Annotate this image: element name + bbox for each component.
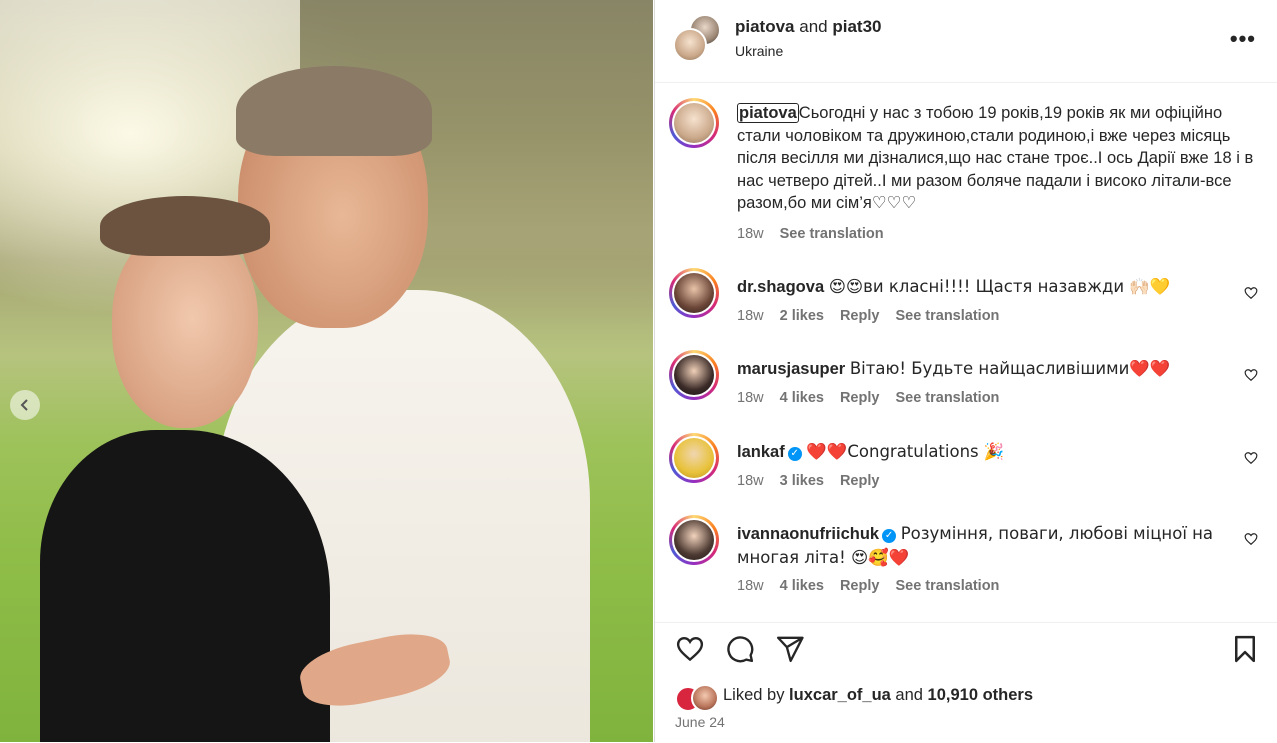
comment-avatar-4[interactable]	[669, 515, 719, 565]
comment-avatar-1[interactable]	[669, 268, 719, 318]
comment-time[interactable]: 18w	[737, 578, 764, 594]
post-header: piatova and piat30 Ukraine •••	[655, 0, 1277, 83]
comment-time[interactable]: 18w	[737, 473, 764, 489]
comment-reply[interactable]: Reply	[840, 473, 880, 489]
caption-see-translation[interactable]: See translation	[780, 226, 884, 242]
heart-icon[interactable]	[675, 634, 705, 664]
comment-see-translation[interactable]: See translation	[895, 390, 999, 406]
authors-and: and	[794, 17, 833, 36]
comment-see-translation[interactable]: See translation	[895, 308, 999, 324]
comment-likes[interactable]: 4 likes	[780, 390, 824, 406]
post-photo[interactable]	[0, 0, 653, 742]
chevron-left-icon[interactable]	[10, 390, 40, 420]
comment-icon[interactable]	[725, 634, 755, 664]
caption-username[interactable]: piatova	[737, 103, 799, 123]
liked-by-avatar-2[interactable]	[691, 684, 719, 712]
comment-3: lankaf ✓ ❤️❤️Congratulations 🎉	[737, 440, 1217, 464]
comment-username[interactable]: marusjasuper	[737, 360, 845, 378]
post-caption: piatova Сьогодні у нас з тобою 19 років,1…	[737, 102, 1257, 215]
comment-avatar-3[interactable]	[669, 433, 719, 483]
share-icon[interactable]	[775, 634, 805, 664]
comment-likes[interactable]: 3 likes	[780, 473, 824, 489]
comment-username[interactable]: ivannaonufriichuk	[737, 525, 879, 543]
bookmark-icon[interactable]	[1230, 634, 1260, 664]
caption-text: Сьогодні у нас з тобою 19 років,19 років…	[737, 104, 1254, 213]
comment-3-meta: 18w 3 likes Reply	[737, 473, 895, 489]
post-detail-panel: piatova and piat30 Ukraine ••• piatova Сь…	[654, 0, 1277, 742]
comment-text: 😍😍ви класні!!!! Щастя назавжди 🙌🏻💛	[828, 277, 1171, 296]
liked-by-summary: Liked by luxcar_of_ua and 10,910 others	[723, 686, 1033, 705]
comment-like-heart-icon[interactable]	[1244, 286, 1258, 300]
comment-1: dr.shagova 😍😍ви класні!!!! Щастя назавжд…	[737, 275, 1217, 299]
comment-time[interactable]: 18w	[737, 390, 764, 406]
caption-avatar[interactable]	[669, 98, 719, 148]
comment-username[interactable]: lankaf	[737, 443, 785, 461]
comment-like-heart-icon[interactable]	[1244, 451, 1258, 465]
author-link-1[interactable]: piatova	[735, 17, 795, 36]
comment-reply[interactable]: Reply	[840, 308, 880, 324]
comment-4-meta: 18w 4 likes Reply See translation	[737, 578, 1015, 594]
author-link-2[interactable]: piat30	[832, 17, 881, 36]
comment-reply[interactable]: Reply	[840, 390, 880, 406]
photo-woman-dress	[40, 430, 330, 742]
comment-text: ❤️❤️Congratulations 🎉	[806, 442, 1005, 461]
more-options-icon[interactable]: •••	[1230, 26, 1256, 52]
photo-woman-hair	[100, 196, 270, 256]
comment-text: Вітаю! Будьте найщасливішими❤️❤️	[849, 359, 1171, 378]
liked-by-prefix: Liked by	[723, 686, 790, 704]
caption-time[interactable]: 18w	[737, 226, 764, 242]
liked-by-others[interactable]: 10,910 others	[928, 686, 1033, 704]
photo-woman-face	[112, 228, 258, 428]
caption-meta: 18w See translation	[737, 226, 900, 242]
comment-likes[interactable]: 2 likes	[780, 308, 824, 324]
location-link[interactable]: Ukraine	[735, 43, 783, 59]
comment-username[interactable]: dr.shagova	[737, 278, 824, 296]
comment-reply[interactable]: Reply	[840, 578, 880, 594]
comment-see-translation[interactable]: See translation	[895, 578, 999, 594]
comment-like-heart-icon[interactable]	[1244, 368, 1258, 382]
comment-time[interactable]: 18w	[737, 308, 764, 324]
comment-1-meta: 18w 2 likes Reply See translation	[737, 308, 1015, 324]
avatar-user1[interactable]	[673, 28, 707, 62]
comment-2-meta: 18w 4 likes Reply See translation	[737, 390, 1015, 406]
verified-badge-icon: ✓	[882, 529, 897, 543]
comment-4: ivannaonufriichuk ✓ Розуміння, поваги, лю…	[737, 522, 1217, 570]
liked-by-and: and	[890, 686, 928, 704]
comment-like-heart-icon[interactable]	[1244, 532, 1258, 546]
comment-avatar-2[interactable]	[669, 350, 719, 400]
post-date[interactable]: June 24	[675, 714, 725, 730]
verified-badge-icon: ✓	[787, 447, 802, 461]
post-authors: piatova and piat30	[735, 17, 881, 37]
comment-2: marusjasuper Вітаю! Будьте найщасливішим…	[737, 357, 1217, 381]
photo-man-hair	[236, 66, 432, 156]
liked-by-user[interactable]: luxcar_of_ua	[789, 686, 891, 704]
comment-likes[interactable]: 4 likes	[780, 578, 824, 594]
